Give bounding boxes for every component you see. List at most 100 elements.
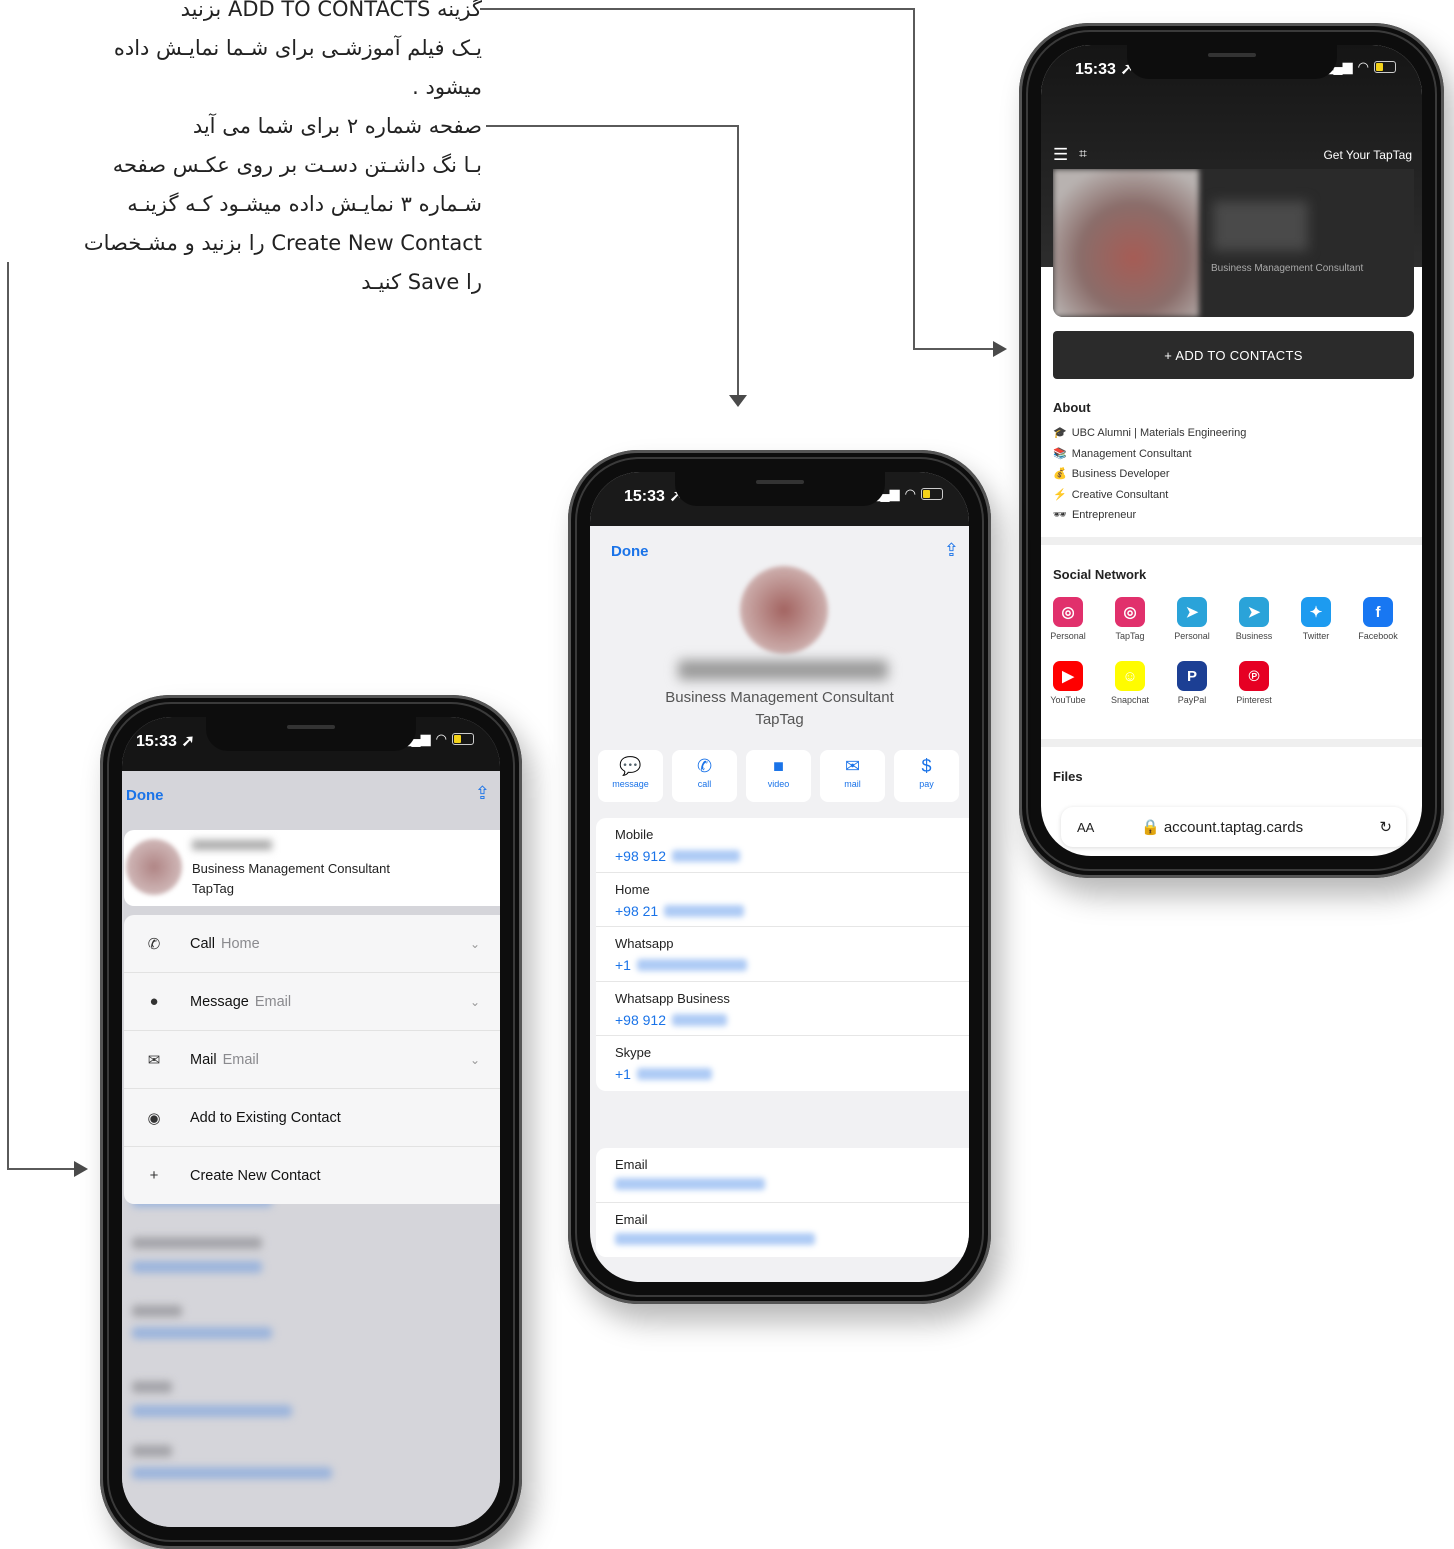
social-link-business[interactable]: ➤ Business [1225,597,1283,641]
email-address[interactable] [615,1178,969,1190]
phone-number[interactable]: +1 [615,957,969,973]
get-taptag-link[interactable]: Get Your TapTag [1323,148,1412,162]
phone-number[interactable]: +1 [615,1066,969,1082]
qr-code-icon[interactable]: ⌗ [1079,145,1087,162]
video-icon: ■ [773,756,784,776]
social-link-pinterest[interactable]: ℗ Pinterest [1225,661,1283,705]
address-bar[interactable]: AA 🔒 account.taptag.cards ↻ [1061,807,1406,847]
arrow-icon [74,1161,88,1177]
reload-icon[interactable]: ↻ [1379,818,1392,836]
contact-name-redacted [678,660,888,680]
social-personal-icon: ➤ [1177,597,1207,627]
quick-actions: 💬 message ✆ call ■ video ✉ mail $ pay [598,750,959,802]
phone-prefix: +98 912 [615,1011,666,1028]
message-email-item[interactable]: ● Message Email ⌄ [124,973,500,1031]
battery-icon [452,733,474,745]
share-icon[interactable]: ⇪ [475,783,490,804]
social-label: Pinterest [1236,695,1272,705]
phone-number[interactable]: +98 912 [615,1012,969,1028]
screen: 15:33 ➚ ▂▄▆ ◠ Done ⇪ Business Management… [590,472,969,1282]
blurred-content [132,1261,262,1273]
phone-number[interactable]: +98 21 [615,903,969,919]
social-link-personal[interactable]: ➤ Personal [1163,597,1221,641]
speaker [1207,53,1256,57]
field-label: Whatsapp Business [615,990,730,1006]
email-list: Email Email [596,1148,969,1257]
phone-row[interactable]: Home +98 21 [596,873,969,927]
share-icon[interactable]: ⇪ [944,540,959,561]
social-label: Snapchat [1110,695,1150,705]
profile-card: Business Management Consultant [1053,169,1414,317]
hamburger-menu-icon[interactable]: ☰ [1053,145,1068,165]
create-new-contact-item[interactable]: + Create New Contact [124,1147,500,1204]
menu-item-subtitle: Email [254,993,292,1010]
add-to-existing-contact-item[interactable]: ◉ Add to Existing Contact [124,1089,500,1147]
field-label: Mobile [615,827,654,842]
email-row[interactable]: Email [596,1203,969,1258]
connector-line [486,125,738,127]
about-item-text: UBC Alumni | Materials Engineering [1071,427,1247,439]
call-action-button[interactable]: ✆ call [672,750,737,802]
social-twitter-icon: ✦ [1301,597,1331,627]
menu-item-title: Mail [190,1051,217,1068]
phone-website: 15:33 ➚ ▂▄▆ ◠ ☰ ⌗ Get Your TapTag Busine… [1019,23,1444,878]
social-network-title: Social Network [1053,567,1147,582]
reader-aa-button[interactable]: AA [1077,820,1094,835]
email-address[interactable] [615,1232,969,1245]
social-link-taptag[interactable]: ◎ TapTag [1101,597,1159,641]
email-redacted [615,1178,765,1190]
about-item-text: Creative Consultant [1071,488,1169,501]
instruction-line: گزینه ADD TO CONTACTS بزنید [180,0,482,21]
contact-job-title: Business Management Consultant [665,689,894,706]
blurred-content [132,1381,172,1393]
connector-line [480,8,914,10]
menu-item-label: Message Email [190,994,291,1010]
phone-row[interactable]: Whatsapp Business +98 912 [596,982,969,1036]
action-label: message [612,779,649,789]
email-row[interactable]: Email [596,1148,969,1203]
divider [1041,739,1422,747]
phone-number[interactable]: +98 912 [615,848,969,864]
phone-row[interactable]: Whatsapp +1 [596,927,969,982]
status-time: 15:33 ➚ [136,733,195,750]
done-button[interactable]: Done [126,787,164,804]
phone-row[interactable]: Skype +1 [596,1036,969,1091]
about-item: 📚 Management Consultant [1053,444,1246,465]
about-item: ⚡ Creative Consultant [1053,485,1246,506]
video-action-button[interactable]: ■ video [746,750,811,802]
social-link-personal[interactable]: ◎ Personal [1041,597,1097,641]
notch [206,717,416,751]
profile-job-title: Business Management Consultant [1211,263,1364,274]
connector-line [913,8,915,350]
chevron-down-icon: ⌄ [469,994,480,1009]
message-action-button[interactable]: 💬 message [598,750,663,802]
phone-prefix: +98 21 [615,902,659,919]
phone-row[interactable]: Mobile +98 912 [596,818,969,873]
blurred-content [132,1467,332,1479]
mail-email-item[interactable]: ✉ Mail Email ⌄ [124,1031,500,1089]
connector-line [7,1168,75,1170]
field-label: Email [615,1211,648,1227]
social-link-youtube[interactable]: ▶ YouTube [1041,661,1097,705]
pay-icon: $ [921,756,932,776]
call-home-item[interactable]: ✆ Call Home ⌄ [124,915,500,973]
social-facebook-icon: f [1363,597,1393,627]
speaker [755,480,804,484]
chevron-down-icon: ⌄ [469,1052,480,1067]
about-item-icon: 📚 [1053,447,1067,460]
social-link-snapchat[interactable]: ☺ Snapchat [1101,661,1159,705]
pay-action-button[interactable]: $ pay [894,750,959,802]
email-redacted [615,1232,815,1245]
notch [1126,45,1337,79]
social-link-paypal[interactable]: P PayPal [1163,661,1221,705]
social-link-facebook[interactable]: f Facebook [1349,597,1407,641]
done-button[interactable]: Done [611,543,649,560]
mail-action-button[interactable]: ✉ mail [820,750,885,802]
action-label: pay [919,779,934,789]
phone-share-sheet: 15:33 ➚ ▂▄▆ ◠ Done ⇪ Business Management… [100,695,522,1549]
phone-icon: ✆ [147,935,161,953]
social-link-twitter[interactable]: ✦ Twitter [1287,597,1345,641]
plus-icon: + [149,1167,159,1184]
instruction-line: میشود . [412,75,482,99]
add-to-contacts-button[interactable]: + ADD TO CONTACTS [1053,331,1414,379]
